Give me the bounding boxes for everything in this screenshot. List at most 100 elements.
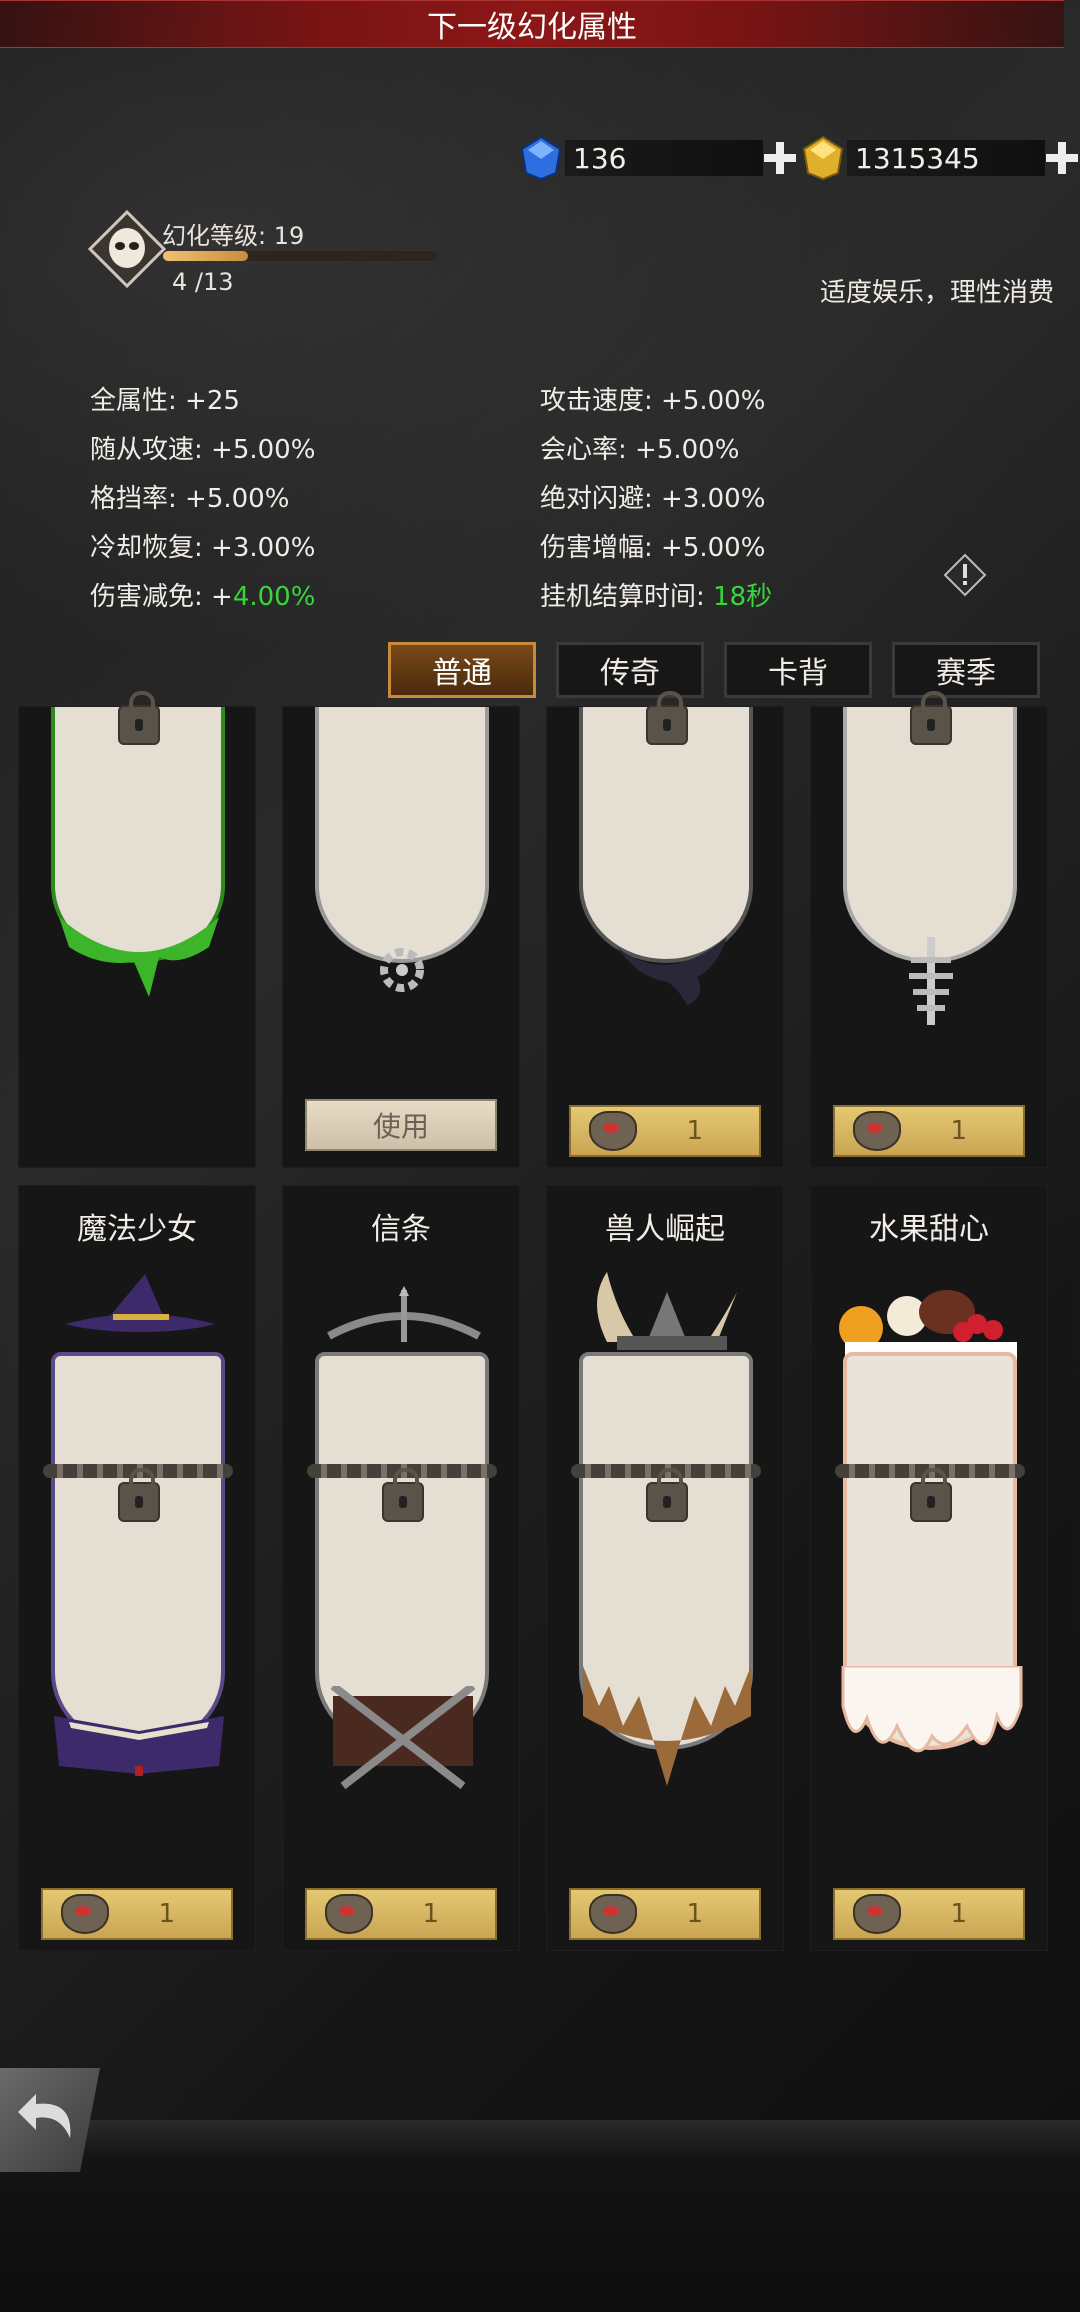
next-level-header: 下一级幻化属性	[0, 0, 1064, 48]
lock-icon	[382, 1468, 424, 1522]
bottom-bar	[0, 2120, 1080, 2312]
level-label: 幻化等级: 19	[162, 222, 305, 250]
stat-row: 伤害减免: +4.00%	[90, 576, 315, 613]
tab-normal[interactable]: 普通	[388, 642, 536, 698]
stat-row: 冷却恢复: +3.00%	[90, 527, 315, 564]
stat-row: 伤害增幅: +5.00%	[540, 527, 765, 564]
stat-value: +5.00%	[211, 435, 316, 465]
gold-amount: 1315345	[846, 139, 1046, 177]
unlock-cost-button[interactable]: 1	[569, 1105, 761, 1157]
cream-drip-icon	[841, 1666, 1023, 1753]
cost-amount: 1	[422, 1899, 439, 1929]
spine-icon	[909, 937, 953, 1025]
skin-banner	[843, 707, 1017, 963]
skin-name: 信条	[371, 1212, 431, 1247]
blue-gem-icon	[518, 135, 564, 181]
back-arrow-icon	[18, 2094, 71, 2138]
stat-label: 会心率:	[540, 435, 636, 465]
moderation-notice: 适度娱乐，理性消费	[819, 278, 1054, 308]
cost-amount: 1	[158, 1899, 175, 1929]
stat-row: 随从攻速: +5.00%	[90, 429, 315, 466]
stat-label: 全属性:	[90, 386, 186, 416]
stat-value: +5.00%	[661, 533, 766, 563]
crossbow-icon	[327, 1286, 481, 1342]
add-gold-button[interactable]	[1042, 138, 1080, 178]
stat-row: 攻击速度: +5.00%	[540, 380, 765, 417]
lock-icon	[646, 1468, 688, 1522]
cost-amount: 1	[686, 1899, 703, 1929]
lock-icon	[646, 691, 688, 745]
skin-card-tentacle[interactable]: 1	[546, 691, 784, 1168]
lock-icon	[118, 691, 160, 745]
tab-card-back[interactable]: 卡背	[724, 642, 872, 698]
cost-amount: 1	[950, 1116, 967, 1146]
skin-card-magical-girl[interactable]: 魔法少女 1	[18, 1185, 256, 1951]
fruit-topping-icon	[839, 1290, 1017, 1360]
skin-card-creed[interactable]: 信条 1	[282, 1185, 520, 1951]
stat-value: +3.00%	[661, 484, 766, 514]
cost-amount: 1	[950, 1899, 967, 1929]
stat-value: +	[211, 582, 233, 612]
fur-trim-icon	[583, 1666, 751, 1786]
mask-level-icon	[87, 209, 167, 289]
gem-amount: 136	[564, 139, 764, 177]
stat-value: +5.00%	[185, 484, 290, 514]
unlock-cost-button[interactable]: 1	[833, 1105, 1025, 1157]
horns-icon	[597, 1272, 737, 1350]
stat-label: 伤害减免:	[90, 582, 212, 612]
lock-icon	[910, 691, 952, 745]
stat-label: 冷却恢复:	[90, 533, 212, 563]
gem-currency: 136	[518, 134, 800, 182]
gold-currency: 1315345	[800, 134, 1080, 182]
info-icon[interactable]	[943, 553, 987, 597]
gear-icon	[380, 948, 424, 992]
skin-card-silver[interactable]: 使用	[282, 706, 520, 1168]
skin-card-fruit-sweetheart[interactable]: 水果甜心 1	[810, 1185, 1048, 1951]
stat-value: +5.00%	[661, 386, 766, 416]
skin-name: 水果甜心	[869, 1212, 989, 1247]
spellbook-icon	[54, 1716, 224, 1776]
skin-card-orc-rise[interactable]: 兽人崛起 1	[546, 1185, 784, 1951]
stat-row: 绝对闪避: +3.00%	[540, 478, 765, 515]
skin-name: 魔法少女	[77, 1212, 197, 1247]
unlock-cost-button[interactable]: 1	[41, 1888, 233, 1940]
mask-token-icon	[589, 1111, 637, 1151]
tab-legendary[interactable]: 传奇	[556, 642, 704, 698]
mask-token-icon	[853, 1894, 901, 1934]
add-gems-button[interactable]	[760, 138, 800, 178]
skin-banner	[579, 707, 753, 963]
level-progress-fill	[163, 251, 249, 261]
mask-token-icon	[853, 1111, 901, 1151]
skin-card-green[interactable]	[18, 691, 256, 1168]
mask-token-icon	[589, 1894, 637, 1934]
tab-season[interactable]: 赛季	[892, 642, 1040, 698]
stat-value: +3.00%	[211, 533, 316, 563]
skin-card-bone[interactable]: 1	[810, 691, 1048, 1168]
stat-label: 格挡率:	[90, 484, 186, 514]
stat-value: +25	[185, 386, 240, 416]
unlock-cost-button[interactable]: 1	[305, 1888, 497, 1940]
stat-label: 绝对闪避:	[540, 484, 662, 514]
stat-label: 挂机结算时间:	[540, 582, 714, 612]
unlock-cost-button[interactable]: 1	[833, 1888, 1025, 1940]
stat-value-highlight: 4.00%	[232, 582, 316, 612]
stat-row: 格挡率: +5.00%	[90, 478, 289, 515]
stat-row: 挂机结算时间: 18秒	[540, 576, 772, 613]
stat-label: 随从攻速:	[90, 435, 212, 465]
mask-token-icon	[61, 1894, 109, 1934]
tentacle-icon	[617, 937, 727, 1005]
stat-value-highlight: 18秒	[713, 582, 773, 612]
mask-token-icon	[325, 1894, 373, 1934]
gold-gem-icon	[800, 135, 846, 181]
witch-hat-icon	[65, 1274, 215, 1332]
use-button[interactable]: 使用	[305, 1099, 497, 1151]
stat-value: +5.00%	[635, 435, 740, 465]
skin-banner	[315, 707, 489, 963]
cost-amount: 1	[686, 1116, 703, 1146]
stat-row: 全属性: +25	[90, 380, 240, 417]
stat-label: 伤害增幅:	[540, 533, 662, 563]
skin-banner	[51, 1352, 225, 1750]
crossed-daggers-icon	[330, 1686, 476, 1790]
unlock-cost-button[interactable]: 1	[569, 1888, 761, 1940]
green-slime-icon	[59, 917, 219, 997]
